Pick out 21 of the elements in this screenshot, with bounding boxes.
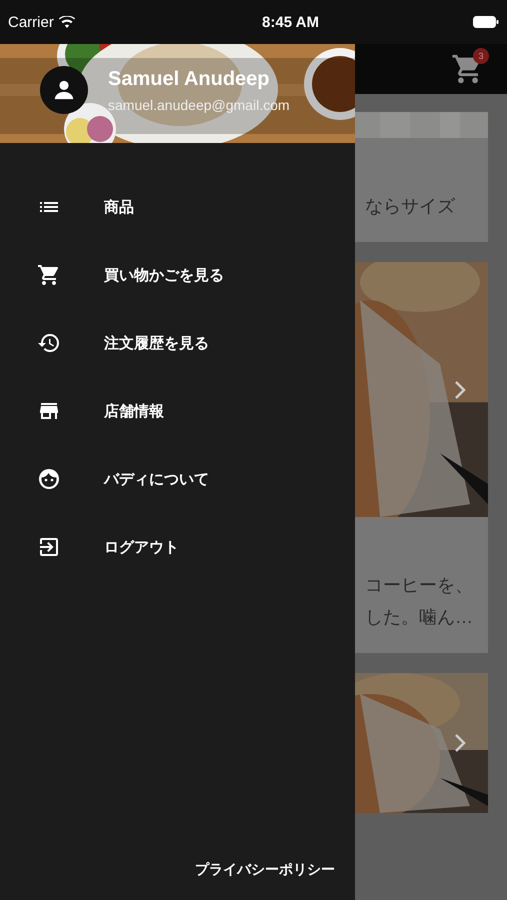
cart-count-badge: 3	[473, 48, 489, 64]
history-icon	[37, 331, 61, 355]
cart-icon	[37, 263, 61, 287]
menu-item[interactable]: 商品	[0, 173, 355, 241]
chevron-right-icon	[454, 380, 466, 400]
menu-item[interactable]: ログアウト	[0, 513, 355, 581]
card-text: した。噛ん…	[365, 606, 474, 629]
clock-time: 8:45 AM	[261, 14, 320, 30]
battery-icon	[473, 16, 499, 28]
menu-item[interactable]: 買い物かごを見る	[0, 241, 355, 309]
privacy-policy-link[interactable]: プライバシーポリシー	[195, 861, 335, 879]
menu-item[interactable]: バディについて	[0, 445, 355, 513]
chevron-right-icon	[454, 733, 466, 753]
card-text: コーヒーを、	[365, 574, 474, 597]
wifi-icon	[58, 16, 75, 28]
menu-item[interactable]: 注文履歴を見る	[0, 309, 355, 377]
carrier-label: Carrier	[8, 14, 54, 30]
card-text: ならサイズ	[365, 195, 456, 218]
menu-item[interactable]: 店舗情報	[0, 377, 355, 445]
face-icon	[37, 467, 61, 491]
logout-icon	[37, 535, 61, 559]
